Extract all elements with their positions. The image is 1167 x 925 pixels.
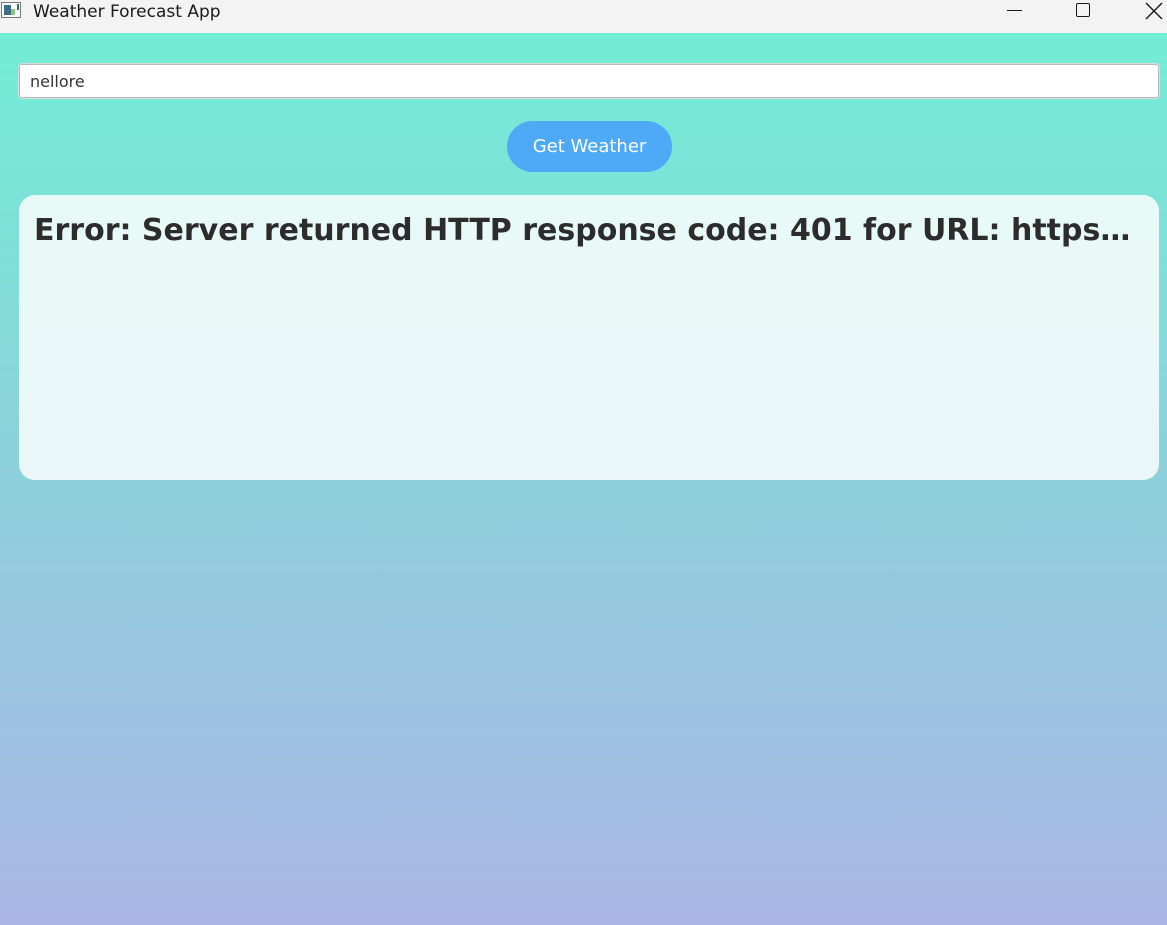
main-content: Get Weather Error: Server returned HTTP … [0, 33, 1167, 925]
get-weather-button[interactable]: Get Weather [507, 121, 672, 172]
result-card: Error: Server returned HTTP response cod… [19, 195, 1159, 480]
maximize-icon [1076, 3, 1090, 17]
window-title: Weather Forecast App [33, 2, 221, 22]
minimize-button[interactable] [995, 0, 1035, 24]
maximize-button[interactable] [1063, 0, 1103, 24]
title-bar[interactable]: Weather Forecast App [0, 0, 1167, 33]
city-input[interactable] [19, 64, 1159, 98]
minimize-icon [1007, 10, 1022, 11]
app-window: Weather Forecast App Get Weather Error: … [0, 0, 1167, 925]
app-icon [1, 2, 21, 18]
close-button[interactable] [1134, 0, 1167, 24]
error-message: Error: Server returned HTTP response cod… [34, 213, 1142, 248]
close-icon [1145, 2, 1163, 20]
